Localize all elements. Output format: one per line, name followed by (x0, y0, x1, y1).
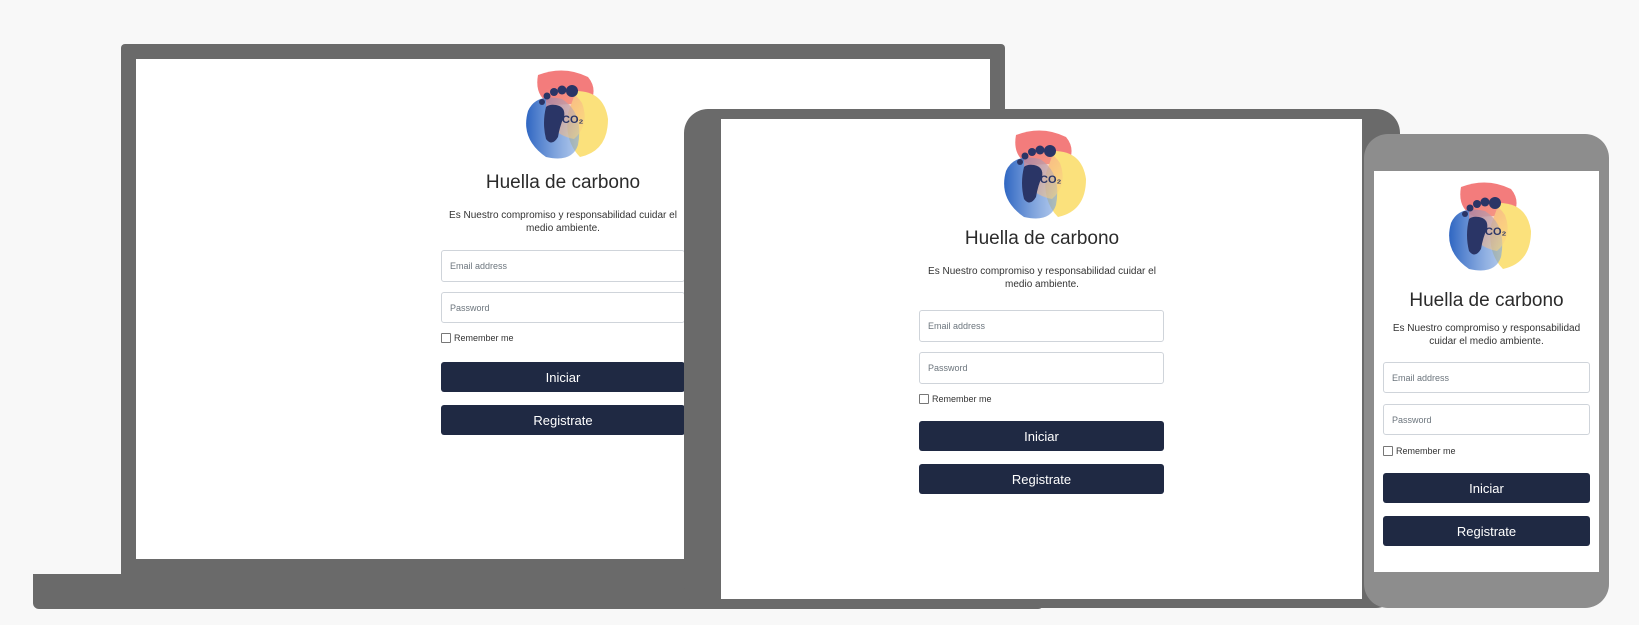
login-button[interactable]: Iniciar (1383, 473, 1590, 503)
email-input[interactable]: Email address (1383, 362, 1590, 393)
remember-checkbox[interactable] (1383, 446, 1393, 456)
page-title: Huella de carbono (1409, 290, 1564, 311)
remember-checkbox[interactable] (919, 394, 929, 404)
page-description: Es Nuestro compromiso y responsabilidad … (928, 266, 1156, 290)
remember-me[interactable]: Remember me (1383, 446, 1456, 456)
co2-footprint-logo-icon: CO₂ (1004, 130, 1086, 219)
page-title: Huella de carbono (485, 172, 641, 193)
svg-text:CO₂: CO₂ (1040, 174, 1062, 186)
tablet-screen: CO₂ Huella de carbono Es Nuestro comprom… (721, 119, 1362, 599)
remember-me[interactable]: Remember me (919, 394, 992, 404)
remember-label: Remember me (1396, 446, 1456, 456)
page-description: Es Nuestro compromiso y responsabilidad … (449, 210, 677, 234)
remember-me[interactable]: Remember me (441, 333, 514, 343)
co2-footprint-logo-icon: CO₂ (526, 70, 608, 159)
co2-footprint-logo-icon: CO₂ (1449, 182, 1531, 271)
register-button[interactable]: Registrate (441, 405, 685, 435)
page-description: Es Nuestro compromiso y responsabilidad … (1392, 323, 1581, 347)
phone-screen: CO₂ Huella de carbono Es Nuestro comprom… (1374, 171, 1599, 572)
password-input[interactable]: Password (919, 352, 1164, 384)
login-button[interactable]: Iniciar (919, 421, 1164, 451)
register-button[interactable]: Registrate (1383, 516, 1590, 546)
login-button[interactable]: Iniciar (441, 362, 685, 392)
page-title: Huella de carbono (964, 228, 1120, 249)
password-input[interactable]: Password (441, 292, 685, 323)
svg-text:CO₂: CO₂ (1485, 226, 1507, 238)
register-button[interactable]: Registrate (919, 464, 1164, 494)
remember-checkbox[interactable] (441, 333, 451, 343)
remember-label: Remember me (932, 394, 992, 404)
password-input[interactable]: Password (1383, 404, 1590, 435)
svg-text:CO₂: CO₂ (562, 114, 584, 126)
email-input[interactable]: Email address (919, 310, 1164, 342)
remember-label: Remember me (454, 333, 514, 343)
email-input[interactable]: Email address (441, 250, 685, 282)
